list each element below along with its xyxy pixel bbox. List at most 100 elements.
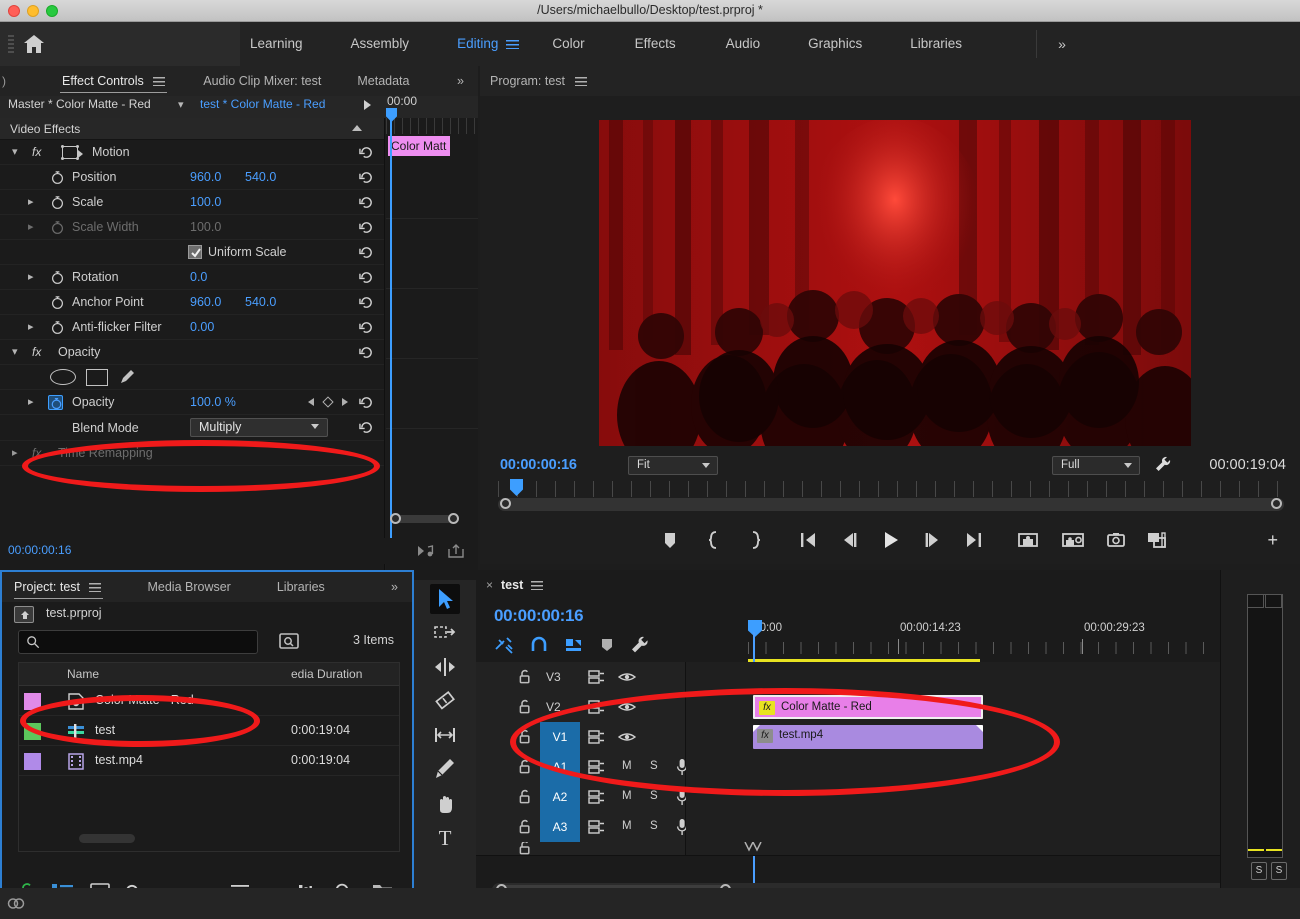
track-header-a1[interactable]: A1 M S bbox=[476, 752, 688, 782]
workspace-overflow-icon[interactable]: » bbox=[1046, 22, 1078, 66]
lock-icon[interactable] bbox=[518, 759, 532, 774]
property-anchor-point[interactable]: Anchor Point 960.0 540.0 bbox=[0, 290, 384, 315]
solo-track-button[interactable]: S bbox=[650, 820, 658, 832]
property-scale[interactable]: ▸ Scale 100.0 bbox=[0, 190, 384, 215]
mark-out-button[interactable] bbox=[742, 527, 768, 553]
track-name-v1[interactable]: V1 bbox=[540, 722, 580, 752]
tab-media-browser[interactable]: Media Browser bbox=[133, 572, 244, 602]
property-group-motion[interactable]: ▾ fx Motion bbox=[0, 140, 384, 165]
workspace-tab-graphics[interactable]: Graphics bbox=[798, 22, 872, 66]
rectangle-mask-icon[interactable] bbox=[86, 369, 108, 386]
track-content-v1[interactable]: fx test.mp4 bbox=[686, 722, 1300, 752]
sync-lock-icon[interactable] bbox=[588, 820, 606, 834]
workspace-tab-effects[interactable]: Effects bbox=[625, 22, 686, 66]
project-overflow-icon[interactable]: » bbox=[377, 572, 412, 602]
track-header-v3[interactable]: V3 bbox=[476, 662, 686, 692]
panel-menu-icon[interactable] bbox=[531, 580, 544, 590]
property-anti-flicker-filter[interactable]: ▸ Anti-flicker Filter 0.00 bbox=[0, 315, 384, 340]
list-item[interactable]: Color Matte - Red bbox=[19, 686, 399, 716]
chevron-down-icon[interactable]: ▾ bbox=[178, 98, 184, 111]
track-header-master[interactable] bbox=[476, 842, 686, 855]
fx-scroll-left-knob[interactable] bbox=[390, 513, 401, 524]
anti-flicker-value[interactable]: 0.00 bbox=[190, 320, 214, 334]
track-header-a2[interactable]: A2 M S bbox=[476, 782, 688, 812]
pm-scroll-left-knob[interactable] bbox=[500, 498, 511, 509]
clip-test-mp4[interactable]: fx test.mp4 bbox=[753, 725, 983, 749]
meter-solo-left-button[interactable]: S bbox=[1251, 862, 1267, 880]
tab-program-monitor[interactable]: Program: test bbox=[480, 66, 601, 96]
add-marker-icon[interactable] bbox=[599, 636, 615, 654]
comparison-view-button[interactable] bbox=[1144, 527, 1170, 553]
sync-lock-icon[interactable] bbox=[588, 700, 606, 714]
workspace-tab-color[interactable]: Color bbox=[542, 22, 594, 66]
sequence-clip-name[interactable]: test * Color Matte - Red bbox=[200, 97, 325, 111]
step-forward-button[interactable] bbox=[920, 527, 946, 553]
position-y-value[interactable]: 540.0 bbox=[245, 170, 276, 184]
program-monitor-zoom-scrollbar[interactable] bbox=[498, 498, 1284, 511]
export-frame-small-icon[interactable] bbox=[448, 544, 464, 558]
list-item[interactable]: test.mp4 0:00:19:04 bbox=[19, 746, 399, 776]
track-visibility-icon[interactable] bbox=[618, 701, 636, 713]
reset-icon[interactable] bbox=[359, 395, 374, 410]
track-visibility-icon[interactable] bbox=[618, 671, 636, 683]
play-stop-button[interactable] bbox=[877, 527, 903, 553]
sync-lock-icon[interactable] bbox=[588, 790, 606, 804]
creative-cloud-icon[interactable] bbox=[6, 894, 26, 914]
snap-icon[interactable] bbox=[529, 635, 549, 655]
track-select-forward-tool[interactable] bbox=[430, 618, 460, 648]
timeline-timecode[interactable]: 00:00:00:16 bbox=[494, 606, 584, 626]
hand-tool[interactable] bbox=[430, 788, 460, 818]
panel-menu-icon[interactable] bbox=[153, 77, 166, 87]
track-header-a3[interactable]: A3 M S bbox=[476, 812, 688, 842]
property-rotation[interactable]: ▸ Rotation 0.0 bbox=[0, 265, 384, 290]
uniform-scale-checkbox[interactable] bbox=[188, 245, 202, 259]
stopwatch-icon-active[interactable] bbox=[48, 395, 63, 410]
search-input[interactable] bbox=[18, 630, 258, 654]
stopwatch-icon[interactable] bbox=[50, 170, 65, 185]
chevron-right-icon[interactable]: ▸ bbox=[28, 272, 38, 283]
chevron-right-icon[interactable]: ▸ bbox=[12, 448, 22, 459]
ellipse-mask-icon[interactable] bbox=[50, 369, 76, 385]
find-button[interactable] bbox=[278, 631, 300, 651]
track-content-a2[interactable] bbox=[686, 782, 1300, 812]
track-content-master[interactable] bbox=[686, 842, 1300, 855]
anchor-y-value[interactable]: 540.0 bbox=[245, 295, 276, 309]
opacity-value[interactable]: 100.0 % bbox=[190, 395, 236, 409]
chevron-down-icon[interactable]: ▾ bbox=[12, 147, 22, 158]
close-icon[interactable]: × bbox=[476, 578, 501, 592]
workspace-tab-learning[interactable]: Learning bbox=[240, 22, 313, 66]
effect-controls-timecode[interactable]: 00:00:00:16 bbox=[8, 543, 71, 557]
track-name-a2[interactable]: A2 bbox=[540, 782, 580, 812]
reset-icon[interactable] bbox=[359, 145, 374, 160]
audio-meter[interactable] bbox=[1247, 594, 1283, 858]
keyframe-clip-chip[interactable]: Color Matt bbox=[388, 136, 450, 156]
rotation-value[interactable]: 0.0 bbox=[190, 270, 207, 284]
workspace-tab-libraries[interactable]: Libraries bbox=[900, 22, 972, 66]
video-effects-section-header[interactable]: Video Effects bbox=[0, 118, 384, 140]
reset-icon[interactable] bbox=[359, 245, 374, 260]
rate-stretch-tool[interactable] bbox=[430, 720, 460, 750]
program-monitor-ruler[interactable] bbox=[498, 481, 1284, 497]
workspace-tab-audio[interactable]: Audio bbox=[716, 22, 771, 66]
track-content-a3[interactable] bbox=[686, 812, 1300, 842]
property-uniform-scale[interactable]: Uniform Scale bbox=[0, 240, 384, 265]
stopwatch-icon[interactable] bbox=[50, 295, 65, 310]
go-to-in-button[interactable] bbox=[795, 527, 821, 553]
workspace-tab-editing[interactable]: Editing bbox=[447, 22, 508, 66]
extract-button[interactable] bbox=[1060, 527, 1086, 553]
mute-track-button[interactable]: M bbox=[622, 820, 632, 832]
solo-track-button[interactable]: S bbox=[650, 790, 658, 802]
audio-waveform-toggle-icon[interactable] bbox=[418, 544, 434, 558]
navigate-up-icon[interactable] bbox=[14, 606, 34, 623]
tab-project[interactable]: Project: test bbox=[2, 572, 115, 602]
chevron-up-icon[interactable] bbox=[352, 125, 362, 131]
anchor-x-value[interactable]: 960.0 bbox=[190, 295, 221, 309]
play-triangle-icon[interactable] bbox=[364, 100, 371, 110]
next-keyframe-icon[interactable] bbox=[342, 398, 348, 406]
sync-lock-icon[interactable] bbox=[588, 760, 606, 774]
project-horizontal-scrollbar[interactable] bbox=[79, 834, 135, 843]
reset-icon[interactable] bbox=[359, 345, 374, 360]
meter-solo-right-button[interactable]: S bbox=[1271, 862, 1287, 880]
property-opacity[interactable]: ▸ Opacity 100.0 % bbox=[0, 390, 384, 415]
drag-grip-icon[interactable] bbox=[8, 35, 14, 53]
